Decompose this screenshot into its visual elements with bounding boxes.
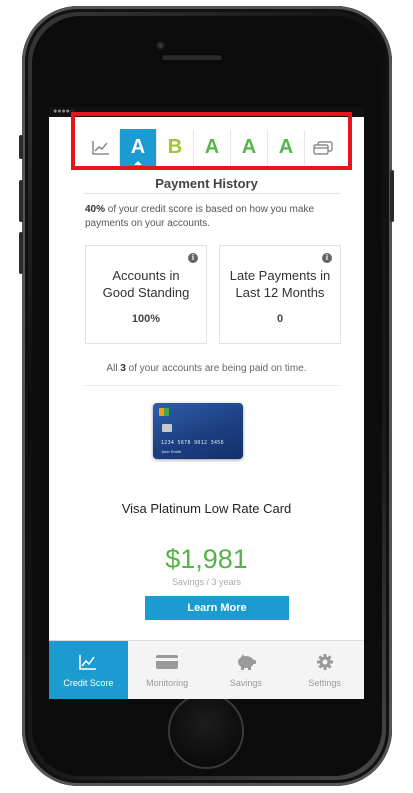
intro-percent: 40% — [85, 204, 106, 215]
savings-amount: $1,981 — [165, 544, 248, 574]
grade-tabs: A B A A A — [83, 127, 341, 168]
credit-card-icon — [156, 655, 179, 669]
section-title: Payment History — [155, 176, 258, 191]
learn-more-button[interactable]: Learn More — [145, 596, 289, 620]
card-holder: John Smith — [161, 449, 182, 454]
bank-logo-icon — [159, 408, 169, 416]
info-icon[interactable]: i — [188, 253, 198, 263]
stat-label-line2: Good Standing — [102, 285, 190, 300]
nav-label: Settings — [308, 678, 341, 688]
stat-value: 100% — [131, 313, 161, 325]
stat-label-line1: Late Payments in — [229, 268, 331, 283]
earpiece-speaker — [162, 54, 222, 60]
paid-prefix: All — [106, 363, 121, 374]
power-button — [390, 170, 394, 222]
gear-icon — [316, 654, 333, 670]
line-chart-icon — [79, 655, 97, 670]
tab-grade-4[interactable]: A — [231, 129, 268, 166]
stat-card-late-payments: i Late Payments in Last 12 Months 0 — [219, 245, 341, 344]
mute-switch — [19, 135, 23, 159]
tab-cards[interactable] — [305, 130, 341, 166]
stat-label-line1: Accounts in — [112, 268, 180, 283]
nav-label: Savings — [229, 678, 262, 688]
info-icon[interactable]: i — [322, 253, 332, 263]
stat-value: 0 — [276, 313, 284, 325]
credit-card-image[interactable]: 1234 5678 9012 3456 John Smith — [153, 403, 243, 459]
status-bar: ●●●●○ — [49, 107, 364, 117]
volume-down-button — [19, 232, 23, 274]
nav-monitoring[interactable]: Monitoring — [128, 641, 207, 699]
paid-suffix: of your accounts are being paid on time. — [125, 363, 307, 374]
card-offer-name: Visa Platinum Low Rate Card — [121, 501, 292, 516]
cards-icon — [313, 140, 333, 155]
signal-icon: ●●●●○ — [53, 108, 75, 115]
tab-trend[interactable] — [83, 129, 120, 166]
tab-grade-3[interactable]: A — [194, 129, 231, 166]
accounts-paid-text: All 3 of your accounts are being paid on… — [49, 363, 364, 374]
bottom-nav: Credit Score Monitoring Savings Settings — [49, 640, 364, 699]
card-number: 1234 5678 9012 3456 — [161, 440, 224, 446]
nav-label: Monitoring — [146, 678, 189, 688]
home-button[interactable] — [168, 693, 244, 769]
stat-label: Accounts in Good Standing — [86, 267, 206, 301]
stat-label: Late Payments in Last 12 Months — [220, 267, 340, 301]
intro-text: 40% of your credit score is based on how… — [85, 203, 347, 231]
divider — [83, 193, 341, 194]
stat-card-good-standing: i Accounts in Good Standing 100% — [85, 245, 207, 344]
tab-grade-2[interactable]: B — [157, 129, 194, 166]
divider — [83, 385, 341, 386]
stat-label-line2: Last 12 Months — [235, 285, 325, 300]
savings-label: Savings / 3 years — [171, 577, 242, 587]
nav-savings[interactable]: Savings — [207, 641, 286, 699]
line-chart-icon — [92, 141, 109, 155]
piggy-bank-icon — [237, 654, 256, 670]
tab-grade-payment-history[interactable]: A — [120, 128, 157, 167]
volume-up-button — [19, 180, 23, 222]
nav-label: Credit Score — [63, 678, 114, 688]
nav-settings[interactable]: Settings — [285, 641, 364, 699]
intro-rest: of your credit score is based on how you… — [85, 204, 315, 229]
tab-grade-5[interactable]: A — [268, 129, 305, 166]
nav-credit-score[interactable]: Credit Score — [49, 641, 128, 699]
card-chip-icon — [162, 424, 172, 432]
app-screen: ●●●●○ A B A A A Payment History 40% of y… — [49, 107, 364, 699]
front-camera — [156, 41, 165, 50]
